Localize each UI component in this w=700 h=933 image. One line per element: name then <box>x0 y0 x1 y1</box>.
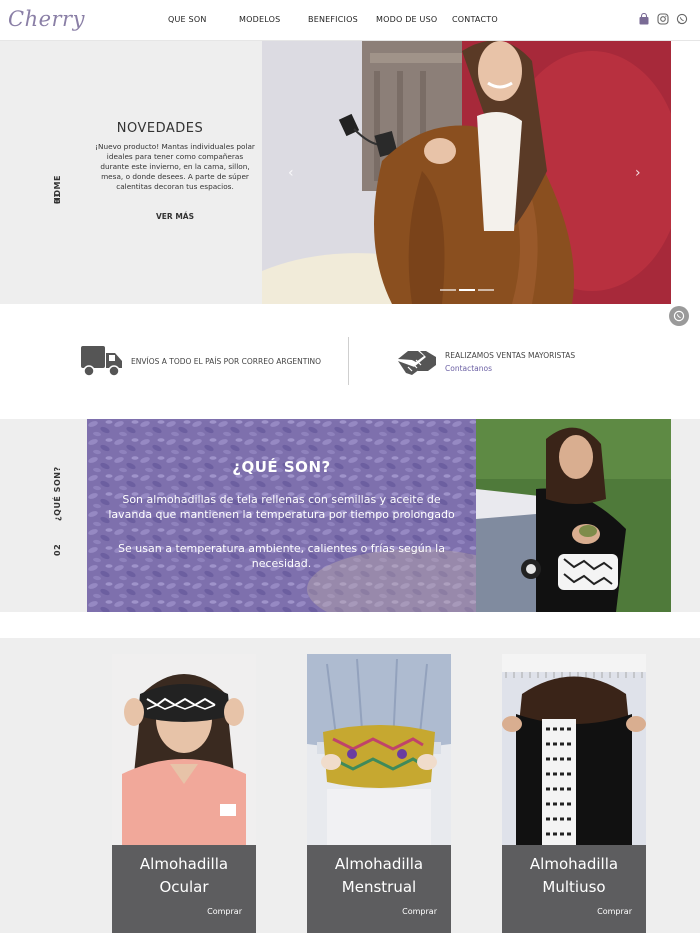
wholesale-info-text: REALIZAMOS VENTAS MAYORISTAS <box>445 351 576 360</box>
product-footer-multiuso: Almohadilla Multiuso Comprar <box>502 845 646 933</box>
que-son-section-label: ¿QUÉ SON? <box>53 466 62 521</box>
que-son-title: ¿QUÉ SON? <box>232 458 331 476</box>
hero-ver-mas-link[interactable]: VER MÁS <box>140 212 210 221</box>
hero-text-panel: HOME NOVEDADES ¡Nuevo producto! Mantas i… <box>0 41 262 304</box>
info-divider <box>348 337 349 385</box>
nav-que-son[interactable]: QUE SON <box>168 15 207 24</box>
shopping-bag-icon[interactable] <box>638 13 650 25</box>
delivery-truck-icon <box>81 346 122 377</box>
que-son-index: 02 <box>53 543 62 556</box>
brand-logo[interactable]: Cherry <box>8 7 85 31</box>
product-name-menstrual: Almohadilla Menstrual <box>334 855 424 896</box>
carousel-next-icon[interactable]: › <box>635 165 641 181</box>
product-image-ocular[interactable] <box>112 654 256 845</box>
product-card-ocular[interactable]: Almohadilla Ocular Comprar <box>112 654 256 933</box>
girl-with-eye-mask-photo <box>112 654 256 845</box>
product-card-menstrual[interactable]: Almohadilla Menstrual Comprar <box>307 654 451 933</box>
product-name-multiuso: Almohadilla Multiuso <box>529 855 619 896</box>
hero-carousel[interactable]: ‹ › <box>262 41 671 304</box>
buy-button-menstrual[interactable]: Comprar <box>402 907 437 916</box>
nav-contacto[interactable]: CONTACTO <box>452 15 498 24</box>
woman-on-grass-photo <box>476 419 671 612</box>
contact-link[interactable]: Contactanos <box>445 364 492 373</box>
hero-title: NOVEDADES <box>116 121 204 136</box>
carousel-dot[interactable] <box>440 289 456 291</box>
buy-button-ocular[interactable]: Comprar <box>207 907 242 916</box>
menstrual-pad-photo <box>307 654 451 845</box>
carousel-prev-icon[interactable]: ‹ <box>288 165 294 181</box>
hero-description: ¡Nuevo producto! Mantas individuales pol… <box>95 142 255 191</box>
whatsapp-float-button[interactable] <box>669 306 689 326</box>
site-header: Cherry QUE SON MODELOS BENEFICIOS MODO D… <box>0 0 700 41</box>
hero-photo-woman-blanket <box>262 41 671 304</box>
shipping-info-text: ENVÍOS A TODO EL PAÍS POR CORREO ARGENTI… <box>131 357 322 366</box>
que-son-photo <box>476 419 671 612</box>
whatsapp-icon[interactable] <box>676 13 688 25</box>
nav-modelos[interactable]: MODELOS <box>239 15 280 24</box>
nav-modo-de-uso[interactable]: MODO DE USO <box>376 15 437 24</box>
product-footer-ocular: Almohadilla Ocular Comprar <box>112 845 256 933</box>
hero-index-number: 01 <box>53 191 62 204</box>
product-name-ocular: Almohadilla Ocular <box>139 855 229 896</box>
carousel-dot[interactable] <box>478 289 494 291</box>
product-image-multiuso[interactable] <box>502 654 646 845</box>
instagram-icon[interactable] <box>657 13 669 25</box>
que-son-paragraph-1: Son almohadillas de tela rellenas con se… <box>108 493 455 521</box>
product-footer-menstrual: Almohadilla Menstrual Comprar <box>307 845 451 933</box>
nav-beneficios[interactable]: BENEFICIOS <box>308 15 358 24</box>
multiuso-pad-photo <box>502 654 646 845</box>
product-card-multiuso[interactable]: Almohadilla Multiuso Comprar <box>502 654 646 933</box>
que-son-paragraph-2: Se usan a temperatura ambiente, caliente… <box>118 542 445 570</box>
product-image-menstrual[interactable] <box>307 654 451 845</box>
handshake-icon <box>398 351 436 375</box>
buy-button-multiuso[interactable]: Comprar <box>597 907 632 916</box>
carousel-dot-active[interactable] <box>459 289 475 291</box>
whatsapp-icon <box>673 310 685 322</box>
